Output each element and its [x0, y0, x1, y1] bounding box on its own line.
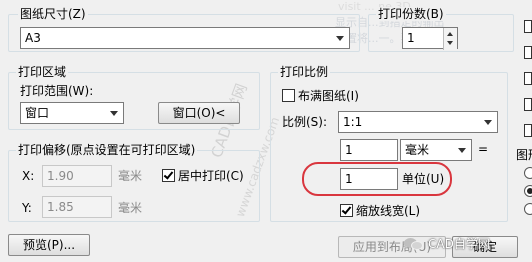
chevron-down-icon [458, 148, 466, 153]
paper-size-select[interactable]: A3 [20, 27, 350, 49]
scale-value: 1:1 [343, 115, 363, 129]
offset-y-label: Y: [22, 201, 32, 215]
scale-lineweights-label: 缩放线宽(L) [356, 204, 421, 218]
chevron-down-icon [336, 36, 344, 41]
mm-field[interactable]: 1 [340, 139, 398, 161]
center-plot-label: 居中打印(C) [178, 169, 244, 183]
right-edge-radio-3[interactable] [524, 203, 532, 215]
print-scale-label: 打印比例 [278, 65, 331, 79]
fit-paper-checkbox[interactable] [282, 89, 295, 102]
right-edge-checkbox-5[interactable] [524, 124, 532, 137]
right-edge-radio-2[interactable] [524, 185, 532, 197]
paper-size-value: A3 [25, 31, 41, 45]
print-range-select[interactable]: 窗口 [20, 102, 124, 124]
right-panel-label: 图形 [516, 148, 532, 162]
right-edge-checkbox-1[interactable] [524, 20, 532, 33]
right-edge-checkbox-2[interactable] [524, 46, 532, 59]
spin-up-icon[interactable] [447, 32, 453, 36]
print-area-label: 打印区域 [16, 65, 69, 79]
fit-paper-label: 布满图纸(I) [298, 89, 359, 103]
offset-y-unit: 毫米 [118, 201, 143, 215]
right-edge-checkbox-4[interactable] [524, 98, 532, 111]
checkmark-icon [163, 169, 174, 180]
offset-x-field[interactable]: 1.90 [42, 165, 112, 187]
center-plot-checkbox[interactable] [162, 169, 175, 182]
equals-sign: = [478, 142, 489, 156]
chevron-down-icon [484, 120, 492, 125]
print-range-value: 窗口 [25, 106, 50, 120]
offset-x-label: X: [22, 169, 35, 183]
offset-y-field[interactable]: 1.85 [42, 196, 112, 218]
copies-stepper[interactable]: 1 [402, 27, 458, 50]
wechat-icon [404, 236, 424, 252]
copies-spinner[interactable] [443, 28, 457, 50]
chevron-down-icon [110, 111, 118, 116]
offset-x-unit: 毫米 [118, 169, 143, 183]
copies-value: 1 [407, 31, 415, 45]
print-offset-label: 打印偏移(原点设置在可打印区域) [16, 143, 198, 157]
copies-label: 打印份数(B) [376, 7, 446, 21]
offset-y-value: 1.85 [47, 200, 74, 214]
right-edge-checkbox-3[interactable] [524, 72, 532, 85]
mm-unit-select[interactable]: 毫米 [400, 139, 472, 161]
preview-button[interactable]: 预览(P)... [8, 234, 90, 256]
print-range-label: 打印范围(W): [20, 84, 94, 98]
scale-label: 比例(S): [282, 115, 328, 129]
paper-size-label: 图纸尺寸(Z) [18, 7, 88, 21]
highlight-ellipse [302, 162, 452, 196]
offset-x-value: 1.90 [47, 169, 74, 183]
right-edge-radio-1[interactable] [524, 167, 532, 179]
checkmark-icon [341, 204, 352, 215]
scale-lineweights-checkbox[interactable] [340, 204, 353, 217]
window-pick-button[interactable]: 窗口(O)< [158, 102, 240, 124]
mm-value: 1 [345, 143, 353, 157]
mm-unit-value: 毫米 [405, 143, 430, 157]
scale-select[interactable]: 1:1 [338, 111, 498, 133]
spin-down-icon[interactable] [447, 41, 453, 45]
brand-watermark: CAD自学网 [428, 237, 490, 251]
